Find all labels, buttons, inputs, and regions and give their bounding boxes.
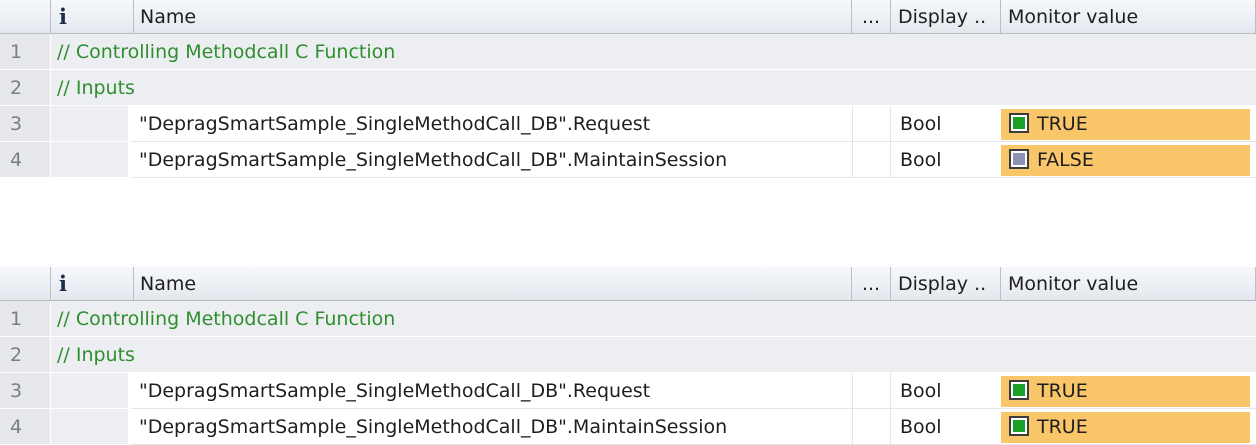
name-column-header[interactable]: Name [134, 267, 852, 301]
comment-text[interactable]: // Controlling Methodcall C Function [51, 34, 1256, 70]
monitor-value-column-header[interactable]: Monitor value [1001, 0, 1256, 34]
watch-table-2: i Name ... Display .. Monitor value 1 //… [0, 267, 1256, 445]
row-number[interactable]: 3 [0, 373, 51, 409]
monitor-value-cell[interactable]: TRUE [1001, 109, 1250, 140]
info-cell[interactable] [51, 106, 131, 142]
comment-text[interactable]: // Inputs [51, 337, 1256, 373]
info-icon: i [59, 4, 67, 29]
monitor-value-text: TRUE [1037, 113, 1088, 135]
row-number[interactable]: 2 [0, 337, 51, 373]
table-header: i Name ... Display .. Monitor value [0, 0, 1256, 34]
address-column-header[interactable]: ... [852, 0, 891, 34]
monitor-value-text: FALSE [1037, 149, 1094, 171]
display-format-cell[interactable]: Bool [891, 373, 1001, 409]
table-row[interactable]: 2 // Inputs [0, 337, 1256, 373]
address-cell[interactable] [852, 142, 891, 178]
info-column-header[interactable]: i [51, 0, 134, 34]
table-row[interactable]: 3 "DepragSmartSample_SingleMethodCall_DB… [0, 373, 1256, 409]
monitor-value-column-header[interactable]: Monitor value [1001, 267, 1256, 301]
info-cell[interactable] [51, 142, 131, 178]
table-row[interactable]: 4 "DepragSmartSample_SingleMethodCall_DB… [0, 409, 1256, 445]
display-format-cell[interactable]: Bool [891, 409, 1001, 445]
monitor-value-text: TRUE [1037, 416, 1088, 438]
monitor-value-text: TRUE [1037, 380, 1088, 402]
monitor-value-cell[interactable]: TRUE [1001, 412, 1250, 443]
tag-name-cell[interactable]: "DepragSmartSample_SingleMethodCall_DB".… [131, 142, 850, 178]
row-number-header[interactable] [0, 267, 51, 301]
tag-name-cell[interactable]: "DepragSmartSample_SingleMethodCall_DB".… [131, 409, 850, 445]
info-icon: i [59, 271, 67, 296]
address-cell[interactable] [852, 106, 891, 142]
info-column-header[interactable]: i [51, 267, 134, 301]
bool-false-icon [1009, 148, 1029, 169]
display-format-column-header[interactable]: Display .. [891, 267, 1001, 301]
row-number[interactable]: 4 [0, 409, 51, 445]
bool-true-icon [1009, 415, 1029, 436]
bool-true-icon [1009, 379, 1029, 400]
display-format-column-header[interactable]: Display .. [891, 0, 1001, 34]
watch-table-1: i Name ... Display .. Monitor value 1 //… [0, 0, 1256, 178]
name-column-header[interactable]: Name [134, 0, 852, 34]
row-number[interactable]: 4 [0, 142, 51, 178]
tag-name-cell[interactable]: "DepragSmartSample_SingleMethodCall_DB".… [131, 106, 850, 142]
tag-name-cell[interactable]: "DepragSmartSample_SingleMethodCall_DB".… [131, 373, 850, 409]
display-format-cell[interactable]: Bool [891, 106, 1001, 142]
display-format-cell[interactable]: Bool [891, 142, 1001, 178]
table-row[interactable]: 3 "DepragSmartSample_SingleMethodCall_DB… [0, 106, 1256, 142]
table-row[interactable]: 1 // Controlling Methodcall C Function [0, 34, 1256, 70]
row-number-header[interactable] [0, 0, 51, 34]
table-header: i Name ... Display .. Monitor value [0, 267, 1256, 301]
table-row[interactable]: 4 "DepragSmartSample_SingleMethodCall_DB… [0, 142, 1256, 178]
table-row[interactable]: 2 // Inputs [0, 70, 1256, 106]
row-number[interactable]: 1 [0, 301, 51, 337]
bool-true-icon [1009, 112, 1029, 133]
monitor-value-cell[interactable]: FALSE [1001, 145, 1250, 176]
row-number[interactable]: 2 [0, 70, 51, 106]
info-cell[interactable] [51, 373, 131, 409]
info-cell[interactable] [51, 409, 131, 445]
row-number[interactable]: 3 [0, 106, 51, 142]
monitor-value-cell[interactable]: TRUE [1001, 376, 1250, 407]
row-number[interactable]: 1 [0, 34, 51, 70]
table-row[interactable]: 1 // Controlling Methodcall C Function [0, 301, 1256, 337]
comment-text[interactable]: // Controlling Methodcall C Function [51, 301, 1256, 337]
address-column-header[interactable]: ... [852, 267, 891, 301]
comment-text[interactable]: // Inputs [51, 70, 1256, 106]
address-cell[interactable] [852, 409, 891, 445]
address-cell[interactable] [852, 373, 891, 409]
